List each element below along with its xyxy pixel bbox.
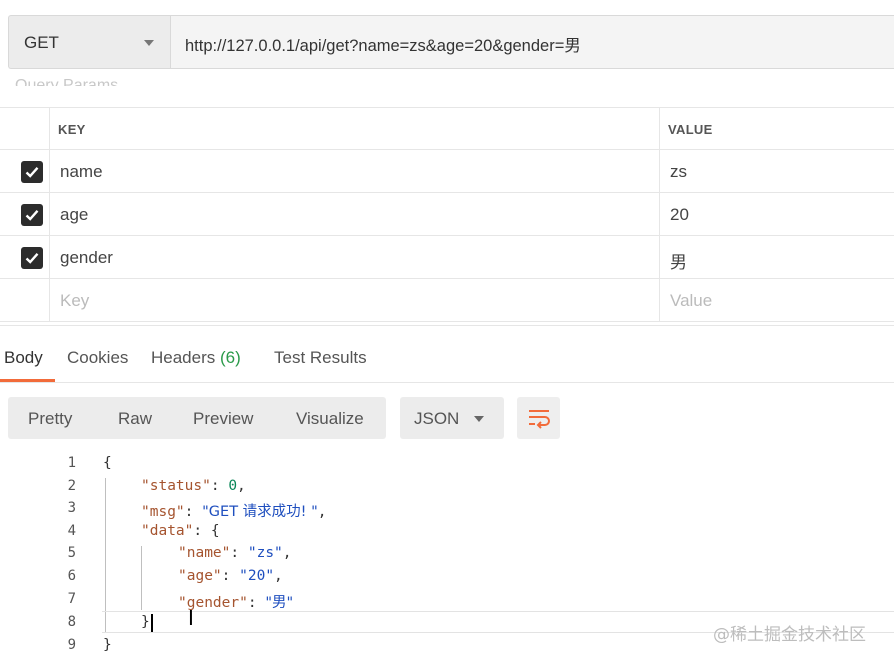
- json-key: "data": [141, 523, 194, 539]
- param-row: age 20: [0, 193, 894, 236]
- headers-count-badge: (6): [220, 348, 241, 367]
- line-number: 3: [67, 500, 76, 516]
- line-number: 9: [67, 637, 76, 653]
- indent-guide: [105, 478, 106, 632]
- tab-test-results[interactable]: Test Results: [274, 348, 367, 368]
- wrap-lines-button[interactable]: [517, 397, 560, 439]
- pretty-button[interactable]: Pretty: [28, 409, 72, 429]
- format-select[interactable]: JSON: [400, 397, 504, 439]
- method-label: GET: [24, 33, 59, 52]
- code-line: 2 "status": 0,: [0, 475, 894, 498]
- tab-headers[interactable]: Headers (6): [151, 348, 241, 368]
- visualize-button[interactable]: Visualize: [296, 409, 364, 429]
- json-key: "age": [178, 568, 222, 584]
- param-key: name: [60, 162, 103, 181]
- checkmark-icon: [25, 253, 39, 264]
- param-value-cell[interactable]: zs: [660, 150, 894, 192]
- line-number: 1: [67, 455, 76, 471]
- param-row: name zs: [0, 150, 894, 193]
- param-checkbox[interactable]: [21, 247, 43, 269]
- checkmark-icon: [25, 210, 39, 221]
- param-value: 20: [670, 205, 689, 224]
- wrap-lines-icon: [529, 410, 550, 429]
- new-key-input[interactable]: Key: [50, 279, 660, 321]
- preview-button[interactable]: Preview: [193, 409, 253, 429]
- new-value-input[interactable]: Value: [660, 279, 894, 321]
- json-key: "status": [141, 478, 211, 494]
- param-value: zs: [670, 162, 687, 181]
- chevron-down-icon: [474, 416, 484, 422]
- code-line: 1{: [0, 452, 894, 475]
- tab-body[interactable]: Body: [4, 348, 43, 368]
- param-value-cell[interactable]: 男: [660, 236, 894, 278]
- param-row: gender 男: [0, 236, 894, 279]
- param-checkbox[interactable]: [21, 204, 43, 226]
- response-tabs: Body Cookies Headers (6) Test Results: [0, 325, 894, 383]
- line-number: 6: [67, 568, 76, 584]
- param-value-cell[interactable]: 20: [660, 193, 894, 235]
- method-select[interactable]: GET: [8, 15, 170, 69]
- tab-headers-label: Headers: [151, 348, 216, 367]
- tab-cookies[interactable]: Cookies: [67, 348, 128, 368]
- url-text: http://127.0.0.1/api/get?name=zs&age=20&…: [185, 37, 581, 55]
- chevron-down-icon: [144, 40, 154, 46]
- param-checkbox[interactable]: [21, 161, 43, 183]
- code-line: 4 "data": {: [0, 520, 894, 543]
- line-number: 2: [67, 478, 76, 494]
- json-string: "GET 请求成功! ": [202, 504, 318, 520]
- json-number: 0: [228, 478, 238, 494]
- param-value: 男: [670, 253, 687, 272]
- key-column-header: KEY: [58, 122, 86, 137]
- json-string: "男": [265, 595, 294, 611]
- url-input[interactable]: http://127.0.0.1/api/get?name=zs&age=20&…: [170, 15, 894, 69]
- param-key-cell[interactable]: name: [50, 150, 660, 192]
- json-string: "20": [239, 568, 275, 584]
- code-line: 6 "age": "20",: [0, 565, 894, 588]
- ibeam-cursor-icon: I: [188, 606, 194, 630]
- line-number: 7: [67, 591, 76, 607]
- code-line: 3 "msg": "GET 请求成功! ",: [0, 497, 894, 520]
- value-placeholder: Value: [670, 291, 713, 310]
- format-label: JSON: [414, 409, 460, 428]
- request-bar: GET http://127.0.0.1/api/get?name=zs&age…: [0, 0, 894, 88]
- json-string: "zs": [247, 545, 283, 561]
- param-new-row: Key Value: [0, 279, 894, 322]
- json-key: "msg": [141, 504, 185, 520]
- line-number: 4: [67, 523, 76, 539]
- query-params-title: Query Params: [15, 77, 119, 86]
- active-tab-indicator: [0, 379, 55, 382]
- checkmark-icon: [25, 167, 39, 178]
- line-number: 5: [67, 545, 76, 561]
- watermark: @稀土掘金技术社区: [713, 625, 866, 645]
- json-key: "name": [178, 545, 231, 561]
- code-line: 7 "gender": "男": [0, 588, 894, 611]
- line-number: 8: [67, 614, 76, 630]
- code-line: 5 "name": "zs",: [0, 542, 894, 565]
- view-mode-segmented: Pretty Raw Preview Visualize: [8, 397, 386, 439]
- raw-button[interactable]: Raw: [118, 409, 152, 429]
- param-key-cell[interactable]: age: [50, 193, 660, 235]
- param-key: gender: [60, 248, 113, 267]
- indent-guide: [141, 546, 142, 610]
- params-header-row: KEY VALUE: [0, 107, 894, 150]
- key-placeholder: Key: [60, 291, 90, 310]
- param-key: age: [60, 205, 89, 224]
- text-cursor: [151, 614, 153, 632]
- param-key-cell[interactable]: gender: [50, 236, 660, 278]
- value-column-header: VALUE: [668, 122, 713, 137]
